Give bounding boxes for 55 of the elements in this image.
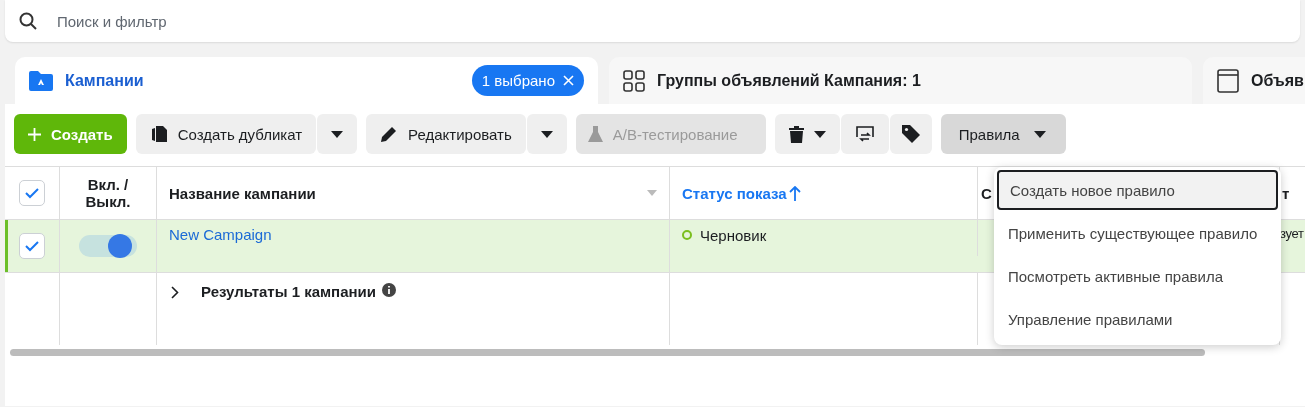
caret-icon: [813, 130, 826, 138]
flask-icon: [587, 125, 603, 143]
column-header[interactable]: С: [981, 184, 992, 202]
tab[interactable]: Объяв: [1203, 57, 1305, 104]
status-text: Черновик: [700, 226, 767, 244]
grid-icon: [623, 69, 645, 92]
row-checkbox[interactable]: [19, 233, 45, 259]
search-icon: [19, 12, 37, 30]
tag-button[interactable]: [889, 114, 932, 154]
menu-item[interactable]: Создать новое правило: [997, 170, 1278, 210]
delete-button[interactable]: [774, 114, 840, 154]
pencil-icon: [380, 125, 399, 143]
window-icon: [1217, 68, 1239, 93]
column-header[interactable]: Название кампании: [169, 184, 316, 202]
tab-label: Объяв: [1251, 71, 1305, 90]
column-header: Вкл. / Выкл.: [84, 176, 132, 210]
tab-label: Группы объявлений Кампания: 1: [657, 71, 922, 90]
menu-item[interactable]: Управление правилами: [997, 299, 1278, 339]
scrollbar[interactable]: [10, 349, 1205, 356]
dropdown-button[interactable]: [526, 114, 567, 154]
checkmark-icon: [25, 240, 39, 252]
checkmark-icon: [25, 187, 39, 199]
edit-button[interactable]: Редактировать: [366, 114, 526, 154]
table-cell: зует: [1280, 226, 1304, 241]
toggle-switch[interactable]: [79, 235, 137, 257]
caret-icon: [1033, 130, 1046, 138]
duplicate-button[interactable]: Создать дубликат: [135, 114, 317, 154]
column-header[interactable]: Статус показа: [682, 184, 787, 202]
rules-button[interactable]: Правила: [940, 114, 1066, 154]
swap-button[interactable]: [840, 114, 889, 154]
sort-caret-icon: [647, 190, 657, 196]
close-icon: [563, 75, 574, 86]
sort-arrow-icon: [788, 185, 801, 201]
folder-icon: [29, 70, 53, 91]
column-header[interactable]: т: [1282, 184, 1290, 202]
tab-label: Кампании: [65, 71, 145, 90]
tab[interactable]: Кампании 1 выбрано: [15, 57, 598, 104]
selection-badge[interactable]: 1 выбрано: [471, 65, 584, 96]
dropdown-button[interactable]: [317, 114, 358, 154]
copy-icon: [149, 125, 168, 143]
search-bar[interactable]: Поиск и фильтр: [5, 0, 1300, 42]
swap-icon: [854, 125, 875, 143]
menu-item[interactable]: Применить существующее правило: [997, 213, 1278, 253]
trash-icon: [788, 125, 804, 143]
campaign-link[interactable]: New Campaign: [169, 226, 272, 243]
chevron-icon[interactable]: [171, 286, 179, 299]
plus-icon: [28, 127, 41, 141]
info-icon: [382, 283, 396, 297]
select-all-checkbox[interactable]: [19, 180, 45, 206]
tag-icon: [901, 125, 920, 143]
caret-icon: [331, 130, 344, 138]
tab[interactable]: Группы объявлений Кампания: 1: [609, 57, 1192, 104]
caret-icon: [540, 130, 553, 138]
summary-label: Результаты 1 кампании: [201, 283, 376, 300]
menu-item[interactable]: Посмотреть активные правила: [997, 256, 1278, 296]
